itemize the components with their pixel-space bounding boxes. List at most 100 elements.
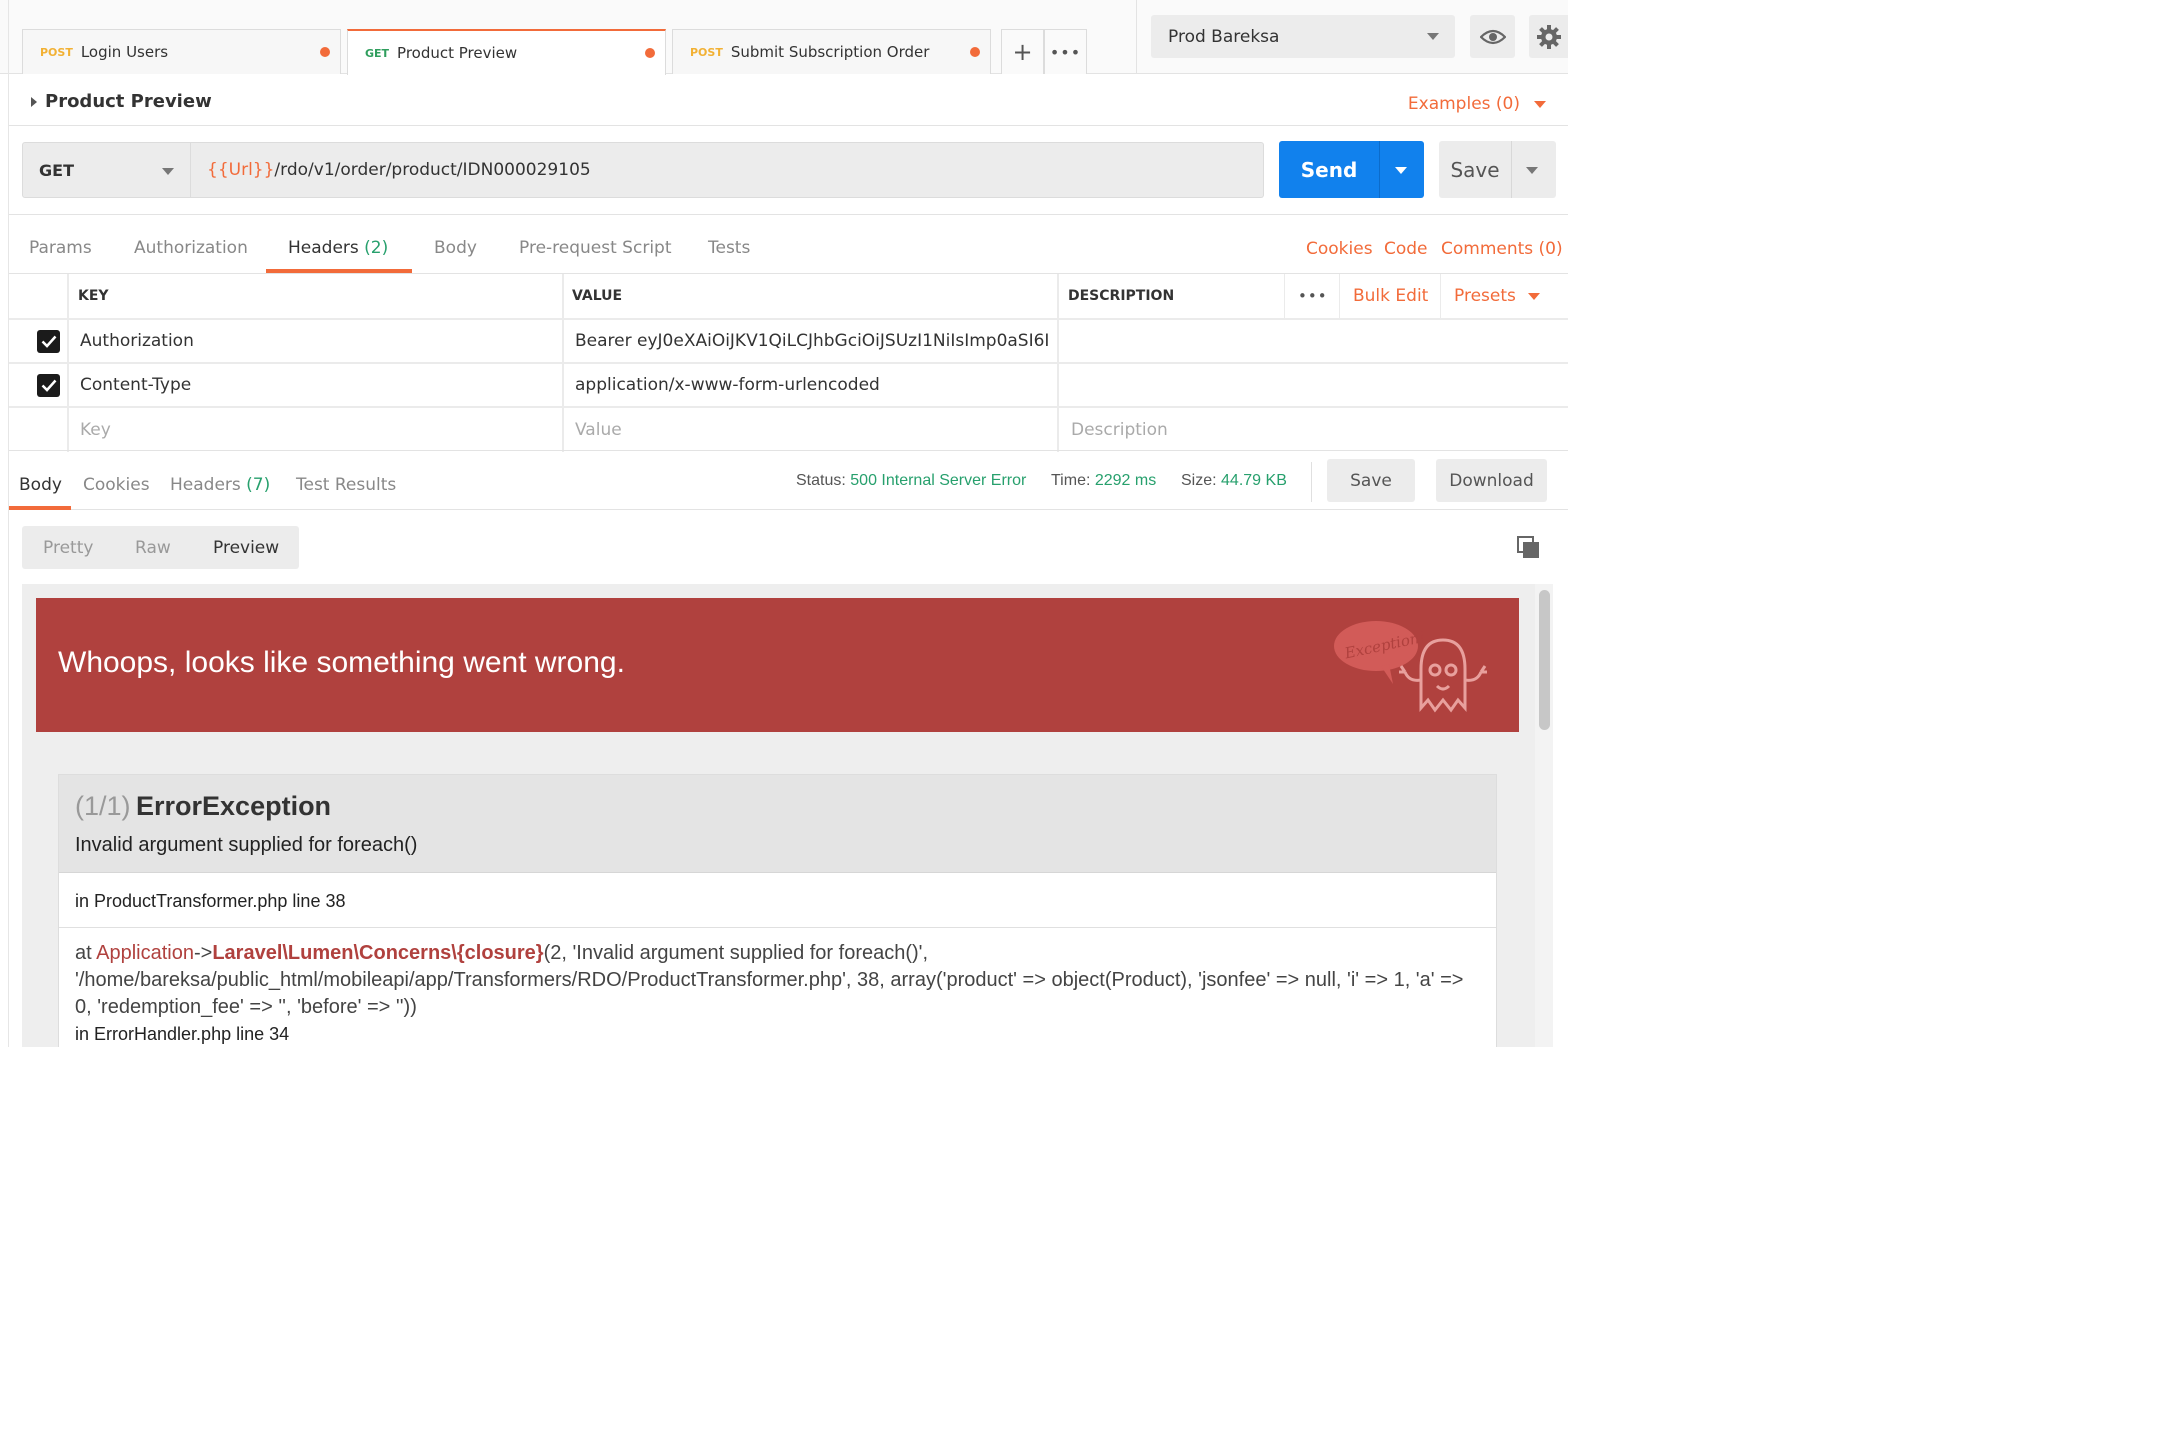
- trace-location: in ErrorHandler.php line 34: [75, 1024, 290, 1044]
- download-button[interactable]: Download: [1436, 459, 1547, 502]
- chevron-down-icon[interactable]: [1526, 167, 1538, 174]
- environment-select[interactable]: Prod Bareksa: [1151, 15, 1455, 58]
- description-placeholder[interactable]: Description: [1071, 408, 1168, 452]
- request-name-row: Product Preview Examples (0): [9, 74, 1568, 126]
- trace-at: at: [75, 942, 92, 964]
- tab-headers[interactable]: Headers (2): [288, 238, 388, 258]
- tab-login-users[interactable]: POST Login Users: [22, 29, 341, 74]
- plus-icon: +: [1012, 38, 1033, 66]
- table-header-row: KEY VALUE DESCRIPTION ••• Bulk Edit Pres…: [9, 274, 1568, 320]
- code-link[interactable]: Code: [1384, 239, 1428, 259]
- settings-button[interactable]: [1529, 15, 1568, 58]
- examples-dropdown[interactable]: Examples (0): [1408, 94, 1520, 114]
- presets-label: Presets: [1454, 286, 1516, 306]
- tab-method: POST: [40, 45, 73, 59]
- view-raw[interactable]: Raw: [135, 538, 171, 558]
- response-tab-cookies[interactable]: Cookies: [83, 475, 150, 495]
- tab-method: POST: [690, 45, 723, 59]
- value-placeholder[interactable]: Value: [575, 408, 622, 452]
- gear-icon: [1536, 24, 1561, 49]
- exception-index: (1/1): [75, 791, 131, 821]
- header-key-cell[interactable]: Content-Type: [80, 364, 191, 406]
- tab-label: Login Users: [80, 43, 169, 61]
- copy-icon[interactable]: [1517, 536, 1541, 565]
- tab-pre-request-script[interactable]: Pre-request Script: [519, 238, 672, 258]
- save-request-button[interactable]: Save: [1439, 141, 1556, 198]
- error-banner-message: Whoops, looks like something went wrong.: [58, 646, 625, 679]
- size-label: Size:: [1181, 472, 1217, 489]
- save-response-button[interactable]: Save: [1327, 459, 1415, 502]
- more-icon: •••: [1049, 42, 1082, 62]
- divider: [1511, 141, 1512, 198]
- tab-more-button[interactable]: •••: [1044, 29, 1087, 74]
- active-tab-indicator: [9, 506, 71, 510]
- tab-bar: POST Login Users GET Product Preview POS…: [0, 0, 1568, 1047]
- response-preview[interactable]: Whoops, looks like something went wrong.…: [22, 584, 1553, 1047]
- header-value-cell[interactable]: Bearer eyJ0eXAiOiJKV1QiLCJhbGciOiJSUzI1N…: [575, 320, 1051, 362]
- new-tab-button[interactable]: +: [1001, 29, 1044, 74]
- divider: [9, 450, 1568, 451]
- header-key-cell[interactable]: Authorization: [80, 320, 194, 362]
- tab-tests[interactable]: Tests: [708, 238, 750, 258]
- chevron-down-icon[interactable]: [1395, 167, 1407, 174]
- response-headers-count: (7): [246, 475, 271, 495]
- tab-body[interactable]: Body: [434, 238, 477, 258]
- time-readout: Time: 2292 ms: [1051, 472, 1156, 490]
- scrollbar-thumb[interactable]: [1539, 590, 1550, 730]
- divider: [562, 274, 564, 452]
- exception-message: Invalid argument supplied for foreach(): [75, 834, 418, 856]
- divider: [9, 214, 1568, 215]
- unsaved-dot-icon: [970, 47, 980, 57]
- url-input[interactable]: {{Url}}/rdo/v1/order/product/IDN00002910…: [191, 142, 1264, 198]
- trace-arrow: ->: [193, 942, 213, 964]
- response-tab-body[interactable]: Body: [19, 475, 62, 495]
- exception-location: in ProductTransformer.php line 38: [75, 891, 346, 911]
- divider: [1339, 274, 1340, 320]
- response-tab-test-results[interactable]: Test Results: [296, 475, 396, 495]
- table-row: Content-Type application/x-www-form-urle…: [9, 364, 1568, 408]
- checkmark-icon: [37, 373, 60, 397]
- bulk-edit-link[interactable]: Bulk Edit: [1353, 274, 1428, 318]
- row-checkbox[interactable]: [37, 320, 60, 362]
- response-tab-headers-label: Headers: [170, 475, 241, 495]
- view-preview[interactable]: Preview: [213, 538, 279, 558]
- url-variable: {{Url}}: [207, 160, 275, 180]
- expand-triangle-icon[interactable]: [31, 97, 37, 107]
- presets-dropdown[interactable]: Presets: [1454, 274, 1540, 318]
- header-value-cell[interactable]: application/x-www-form-urlencoded: [575, 364, 880, 406]
- divider: [1284, 274, 1285, 320]
- table-row: Authorization Bearer eyJ0eXAiOiJKV1QiLCJ…: [9, 320, 1568, 364]
- view-pretty[interactable]: Pretty: [43, 538, 93, 558]
- tab-product-preview[interactable]: GET Product Preview: [347, 29, 666, 75]
- environment-label: Prod Bareksa: [1168, 26, 1280, 47]
- time-value: 2292 ms: [1094, 472, 1157, 489]
- exception-header: (1/1) ErrorException Invalid argument su…: [59, 775, 1496, 873]
- send-label: Send: [1300, 157, 1358, 182]
- stack-trace: at Application->Laravel\Lumen\Concerns\{…: [75, 940, 1475, 1047]
- cookies-link[interactable]: Cookies: [1306, 239, 1373, 259]
- status-label: Status:: [796, 472, 846, 489]
- tab-params[interactable]: Params: [29, 238, 92, 258]
- size-value: 44.79 KB: [1221, 472, 1287, 489]
- key-placeholder[interactable]: Key: [80, 408, 111, 452]
- tab-label: Submit Subscription Order: [730, 43, 930, 61]
- more-icon[interactable]: •••: [1298, 274, 1328, 318]
- request-title[interactable]: Product Preview: [45, 91, 212, 112]
- response-tab-headers[interactable]: Headers (7): [170, 475, 270, 495]
- method-select[interactable]: GET: [22, 142, 191, 198]
- tab-authorization[interactable]: Authorization: [134, 238, 248, 258]
- exception-ghost-icon: Exception!: [1334, 621, 1487, 713]
- tab-method: GET: [365, 46, 390, 60]
- send-button[interactable]: Send: [1279, 141, 1424, 198]
- status-readout: Status: 500 Internal Server Error: [796, 472, 1026, 490]
- comments-link[interactable]: Comments (0): [1441, 239, 1563, 259]
- chevron-down-icon: [1527, 292, 1540, 300]
- unsaved-dot-icon: [320, 47, 330, 57]
- row-checkbox[interactable]: [37, 364, 60, 406]
- environment-quick-look-button[interactable]: [1470, 15, 1515, 58]
- url-path: /rdo/v1/order/product/IDN000029105: [274, 160, 591, 180]
- time-label: Time:: [1051, 472, 1091, 489]
- chevron-down-icon[interactable]: [1534, 101, 1546, 108]
- tab-submit-subscription-order[interactable]: POST Submit Subscription Order: [672, 29, 991, 74]
- tab-headers-label: Headers: [288, 238, 359, 258]
